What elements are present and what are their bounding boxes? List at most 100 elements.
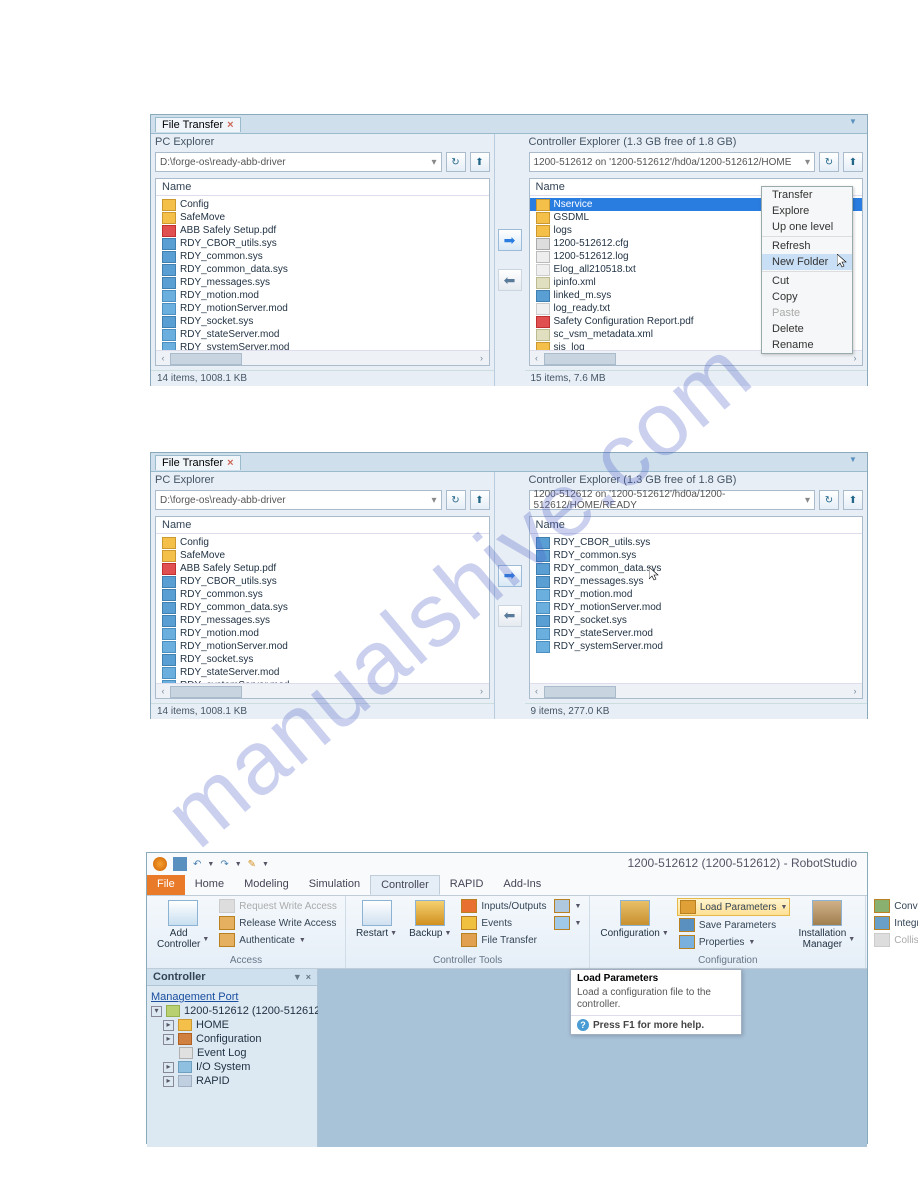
list-item[interactable]: RDY_CBOR_utils.sys (156, 237, 489, 250)
qat-dropdown-icon[interactable]: ▼ (262, 861, 269, 868)
tree-io-system[interactable]: ▸I/O System (151, 1060, 313, 1074)
tree-home[interactable]: ▸HOME (151, 1018, 313, 1032)
pc-path-input[interactable]: D:\forge-os\ready-abb-driver▾ (155, 152, 442, 172)
transfer-right-button[interactable]: ➡ (498, 565, 522, 587)
refresh-icon[interactable]: ↻ (446, 152, 466, 172)
save-icon[interactable] (173, 857, 187, 871)
list-item[interactable]: RDY_messages.sys (156, 276, 489, 289)
ctrl-name-header[interactable]: Name (530, 517, 863, 534)
tab-rapid[interactable]: RAPID (440, 875, 494, 895)
request-write-access-button[interactable]: Request Write Access (217, 898, 339, 914)
menu-item-explore[interactable]: Explore (762, 203, 852, 219)
refresh-icon[interactable]: ↻ (819, 490, 839, 510)
restart-button[interactable]: Restart▼ (352, 898, 401, 941)
list-item[interactable]: RDY_motionServer.mod (156, 640, 489, 653)
inputs-outputs-button[interactable]: Inputs/Outputs (459, 898, 548, 914)
list-item[interactable]: RDY_motionServer.mod (156, 302, 489, 315)
pc-name-header[interactable]: Name (156, 517, 489, 534)
scrollbar[interactable]: ‹› (156, 683, 489, 698)
expand-icon[interactable]: ▸ (163, 1076, 174, 1087)
tab-file[interactable]: File (147, 875, 185, 895)
list-item[interactable]: SafeMove (156, 549, 489, 562)
list-item[interactable]: RDY_stateServer.mod (156, 328, 489, 341)
up-icon[interactable]: ⬆ (470, 152, 490, 172)
ctrl-path-input[interactable]: 1200-512612 on '1200-512612'/hd0a/1200-5… (529, 490, 816, 510)
tree-management-port[interactable]: Management Port (151, 990, 313, 1004)
redo-dropdown-icon[interactable]: ▼ (235, 861, 242, 868)
brush-icon[interactable]: ✎ (248, 859, 256, 870)
list-item[interactable]: RDY_socket.sys (156, 653, 489, 666)
menu-item-copy[interactable]: Copy (762, 289, 852, 305)
up-icon[interactable]: ⬆ (843, 490, 863, 510)
ctrl-path-input[interactable]: 1200-512612 on '1200-512612'/hd0a/1200-5… (529, 152, 816, 172)
list-item[interactable]: Config (156, 198, 489, 211)
tab-file-transfer[interactable]: File Transfer × (155, 117, 241, 132)
list-item[interactable]: RDY_motion.mod (156, 289, 489, 302)
list-item[interactable]: RDY_common.sys (156, 588, 489, 601)
list-item[interactable]: RDY_CBOR_utils.sys (156, 575, 489, 588)
list-item[interactable]: RDY_common.sys (530, 549, 863, 562)
redo-icon[interactable]: ↷ (220, 859, 228, 870)
list-item[interactable]: RDY_messages.sys (156, 614, 489, 627)
tree-controller-root[interactable]: ▾1200-512612 (1200-512612) (151, 1004, 313, 1018)
integrated-vision-button[interactable]: Integrated Vision (872, 915, 918, 931)
tab-addins[interactable]: Add-Ins (493, 875, 551, 895)
chevron-down-icon[interactable]: ▼ (849, 455, 861, 467)
backup-button[interactable]: Backup▼ (405, 898, 455, 941)
pc-path-input[interactable]: D:\forge-os\ready-abb-driver▾ (155, 490, 442, 510)
list-item[interactable]: RDY_motion.mod (156, 627, 489, 640)
online-button[interactable]: ▼ (552, 915, 583, 931)
file-transfer-button[interactable]: File Transfer (459, 932, 548, 948)
scrollbar[interactable]: ‹› (156, 350, 489, 365)
list-item[interactable]: RDY_motion.mod (530, 588, 863, 601)
expand-icon[interactable]: ▸ (163, 1034, 174, 1045)
list-item[interactable]: SafeMove (156, 211, 489, 224)
list-item[interactable]: ABB Safely Setup.pdf (156, 224, 489, 237)
release-write-access-button[interactable]: Release Write Access (217, 915, 339, 931)
close-icon[interactable]: × (306, 972, 311, 982)
load-parameters-button[interactable]: Load Parameters▼ (677, 898, 791, 916)
tree-event-log[interactable]: Event Log (151, 1046, 313, 1060)
collision-avoidance-button[interactable]: Collision Avoidance ▼ (872, 932, 918, 948)
list-item[interactable]: RDY_motionServer.mod (530, 601, 863, 614)
list-item[interactable]: RDY_common_data.sys (530, 562, 863, 575)
collapse-icon[interactable]: ▾ (151, 1006, 162, 1017)
list-item[interactable]: RDY_socket.sys (156, 315, 489, 328)
menu-item-transfer[interactable]: Transfer (762, 187, 852, 203)
up-icon[interactable]: ⬆ (843, 152, 863, 172)
dropdown-icon[interactable]: ▼ (293, 972, 302, 982)
transfer-right-button[interactable]: ➡ (498, 229, 522, 251)
tree-rapid[interactable]: ▸RAPID (151, 1074, 313, 1088)
properties-button[interactable]: Properties ▼ (677, 934, 791, 950)
configuration-button[interactable]: Configuration▼ (596, 898, 672, 941)
menu-item-rename[interactable]: Rename (762, 337, 852, 353)
save-parameters-button[interactable]: Save Parameters (677, 917, 791, 933)
list-item[interactable]: RDY_stateServer.mod (156, 666, 489, 679)
tab-home[interactable]: Home (185, 875, 234, 895)
list-item[interactable]: RDY_stateServer.mod (530, 627, 863, 640)
chevron-down-icon[interactable]: ▼ (849, 117, 861, 129)
menu-item-cut[interactable]: Cut (762, 273, 852, 289)
tree-configuration[interactable]: ▸Configuration (151, 1032, 313, 1046)
events-button[interactable]: Events (459, 915, 548, 931)
list-item[interactable]: RDY_common_data.sys (156, 263, 489, 276)
menu-item-delete[interactable]: Delete (762, 321, 852, 337)
expand-icon[interactable]: ▸ (163, 1020, 174, 1031)
scrollbar[interactable]: ‹› (530, 683, 863, 698)
transfer-left-button[interactable]: ⬅ (498, 605, 522, 627)
list-item[interactable]: RDY_common.sys (156, 250, 489, 263)
list-item[interactable]: ABB Safely Setup.pdf (156, 562, 489, 575)
add-controller-button[interactable]: AddController▼ (153, 898, 213, 952)
list-item[interactable]: RDY_socket.sys (530, 614, 863, 627)
menu-item-refresh[interactable]: Refresh (762, 238, 852, 254)
transfer-left-button[interactable]: ⬅ (498, 269, 522, 291)
authenticate-button[interactable]: Authenticate ▼ (217, 932, 339, 948)
refresh-icon[interactable]: ↻ (819, 152, 839, 172)
pc-name-header[interactable]: Name (156, 179, 489, 196)
expand-icon[interactable]: ▸ (163, 1062, 174, 1073)
flexpendant-button[interactable]: ▼ (552, 898, 583, 914)
conveyor-tracking-button[interactable]: Conveyor Tracking (872, 898, 918, 914)
tab-controller[interactable]: Controller (370, 875, 440, 895)
installation-manager-button[interactable]: InstallationManager▼ (794, 898, 859, 952)
refresh-icon[interactable]: ↻ (446, 490, 466, 510)
